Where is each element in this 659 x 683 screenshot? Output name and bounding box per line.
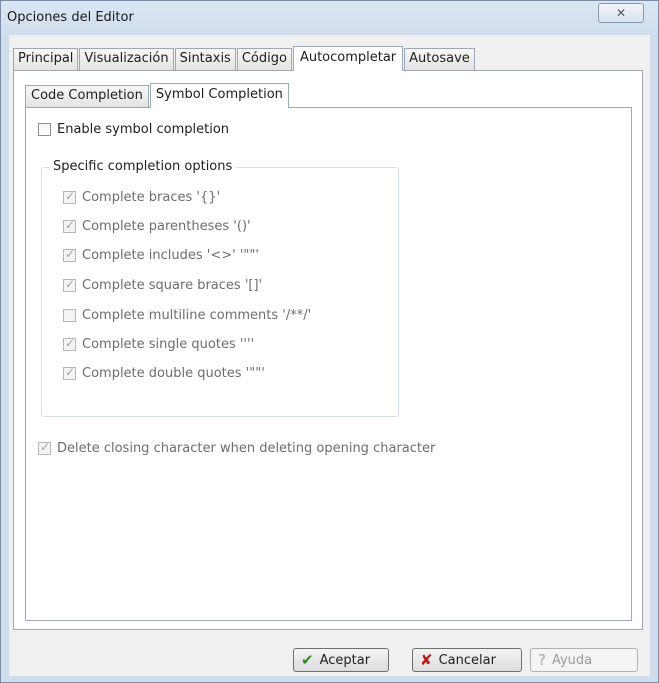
tab-principal[interactable]: Principal	[13, 48, 79, 70]
tab-autosave[interactable]: Autosave	[404, 48, 475, 70]
checkbox-label: Delete closing character when deleting o…	[57, 441, 436, 456]
checkmark-icon: ✔	[301, 651, 314, 669]
checkbox-box[interactable]	[38, 440, 51, 455]
window-title: Opciones del Editor	[7, 10, 134, 25]
checkbox-label: Complete square braces '[]'	[82, 278, 263, 293]
sub-tab-strip: Code Completion Symbol Completion	[25, 81, 290, 108]
checkbox-label: Complete braces '{}'	[82, 190, 221, 205]
checkbox-box[interactable]	[63, 336, 76, 351]
symbol-completion-panel: Enable symbol completion Specific comple…	[25, 107, 632, 621]
checkbox-box[interactable]	[38, 123, 51, 136]
complete-braces-checkbox[interactable]: Complete braces '{}'	[63, 189, 221, 205]
complete-single-quotes-checkbox[interactable]: Complete single quotes ''''	[63, 336, 255, 352]
ok-button[interactable]: ✔ Aceptar	[293, 648, 389, 672]
editor-options-dialog: Opciones del Editor ✕ Principal Visualiz…	[0, 0, 659, 683]
checkbox-label: Complete double quotes '""'	[82, 366, 265, 381]
checkbox-box[interactable]	[63, 365, 76, 380]
autocompletar-panel: Code Completion Symbol Completion Enable…	[13, 70, 643, 630]
close-button[interactable]: ✕	[598, 3, 644, 23]
tab-code-completion[interactable]: Code Completion	[25, 85, 149, 107]
close-icon: ✕	[615, 6, 627, 20]
help-button-label: Ayuda	[551, 652, 593, 668]
checkbox-label: Complete single quotes ''''	[82, 337, 255, 352]
specific-completion-options-group: Specific completion options Complete bra…	[41, 159, 399, 417]
complete-includes-checkbox[interactable]: Complete includes '<>' '""'	[63, 247, 259, 263]
complete-square-braces-checkbox[interactable]: Complete square braces '[]'	[63, 277, 263, 293]
checkbox-box[interactable]	[63, 189, 76, 204]
tab-autocompletar[interactable]: Autocompletar	[292, 46, 404, 71]
ok-button-label: Aceptar	[319, 652, 371, 668]
checkbox-label: Complete parentheses '()'	[82, 219, 251, 234]
checkbox-label: Complete multiline comments '/**/'	[82, 308, 312, 323]
checkbox-box[interactable]	[63, 247, 76, 262]
title-bar[interactable]: Opciones del Editor ✕	[1, 1, 658, 35]
help-button[interactable]: ? Ayuda	[530, 648, 638, 672]
main-tab-strip: Principal Visualización Sintaxis Código …	[13, 46, 476, 71]
delete-closing-character-checkbox[interactable]: Delete closing character when deleting o…	[38, 440, 436, 456]
checkbox-box[interactable]	[63, 218, 76, 233]
dialog-client: Principal Visualización Sintaxis Código …	[9, 35, 650, 676]
complete-double-quotes-checkbox[interactable]: Complete double quotes '""'	[63, 365, 265, 381]
tab-sintaxis[interactable]: Sintaxis	[174, 48, 236, 70]
help-icon: ?	[538, 651, 546, 669]
cancel-button-label: Cancelar	[438, 652, 496, 668]
cross-icon: ✘	[420, 651, 433, 669]
tab-codigo[interactable]: Código	[236, 48, 292, 70]
tab-symbol-completion[interactable]: Symbol Completion	[149, 83, 289, 108]
dialog-button-bar: ✔ Aceptar ✘ Cancelar ? Ayuda	[9, 634, 650, 676]
complete-parentheses-checkbox[interactable]: Complete parentheses '()'	[63, 218, 251, 234]
tab-visualizacion[interactable]: Visualización	[79, 48, 174, 70]
complete-multiline-comments-checkbox[interactable]: Complete multiline comments '/**/'	[63, 308, 311, 323]
enable-symbol-completion-checkbox[interactable]: Enable symbol completion	[38, 122, 229, 137]
checkbox-label: Complete includes '<>' '""'	[82, 248, 259, 263]
checkbox-box[interactable]	[63, 277, 76, 292]
checkbox-box[interactable]	[63, 309, 76, 322]
cancel-button[interactable]: ✘ Cancelar	[412, 648, 522, 672]
checkbox-label: Enable symbol completion	[57, 122, 230, 137]
group-title: Specific completion options	[49, 159, 237, 174]
